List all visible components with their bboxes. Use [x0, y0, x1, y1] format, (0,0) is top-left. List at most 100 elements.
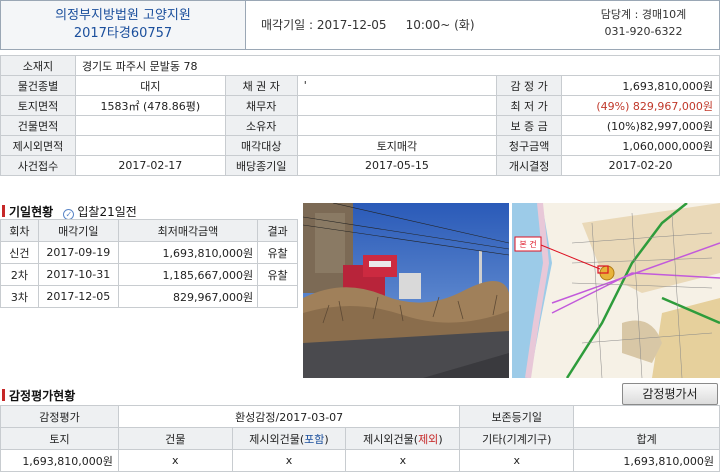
table-row: 신건 2017-09-19 1,693,810,000원 유찰: [0, 241, 298, 264]
case-header: 의정부지방법원 고양지원 2017타경60757 매각기일 : 2017-12-…: [0, 0, 720, 50]
col-land: 토지: [0, 427, 119, 450]
date-cell: 2017-09-19: [37, 241, 119, 264]
col-extra-included-pre: 제시외건물(: [249, 432, 305, 446]
type-value: 대지: [74, 75, 226, 96]
target-label: 매각대상: [224, 135, 298, 156]
section-marker-icon: [2, 389, 5, 401]
bldg-area-value: [74, 115, 226, 136]
court-name: 의정부지방법원 고양지원: [55, 8, 191, 23]
owner-value: [296, 115, 498, 136]
bid-countdown-text: 입찰21일전: [77, 205, 137, 219]
manager-box: 담당계 : 경매10계 031-920-6322: [566, 1, 720, 49]
col-price: 최저매각금액: [117, 219, 259, 242]
claim-label: 청구금액: [496, 135, 563, 156]
appraisal-title-text: 감정평가현황: [9, 389, 76, 403]
registry-date-label: 보존등기일: [459, 405, 575, 428]
result-cell: 유찰: [257, 263, 298, 286]
col-date: 매각기일: [37, 219, 119, 242]
building-value: x: [117, 449, 233, 472]
target-value: 토지매각: [296, 135, 498, 156]
land-area-value: 1583㎡ (478.86평): [74, 95, 226, 116]
excl-area-label: 제시외면적: [0, 135, 76, 156]
price-cell: 829,967,000원: [117, 285, 259, 308]
appraisal-value: 1,693,810,000원: [561, 75, 720, 96]
appraisal-row-value: 환성감정/2017-03-07: [117, 405, 461, 428]
address-value: 경기도 파주시 문발동 78: [74, 55, 720, 76]
col-extra-excluded: 제시외건물(제외): [345, 427, 461, 450]
address-label: 소재지: [0, 55, 76, 76]
creditor-label: 채 권 자: [224, 75, 298, 96]
bldg-area-label: 건물면적: [0, 115, 76, 136]
result-cell: 유찰: [257, 241, 298, 264]
debtor-value: [296, 95, 498, 116]
dividend-value: 2017-05-15: [296, 155, 498, 176]
col-extra-included-mid: 포함: [304, 432, 325, 446]
price-cell: 1,185,667,000원: [117, 263, 259, 286]
price-cell: 1,693,810,000원: [117, 241, 259, 264]
deposit-value: (10%)82,997,000원: [561, 115, 720, 136]
table-row: 2차 2017-10-31 1,185,667,000원 유찰: [0, 263, 298, 286]
land-value: 1,693,810,000원: [0, 449, 119, 472]
filed-label: 사건접수: [0, 155, 76, 176]
col-extra-included-post: ): [324, 432, 329, 446]
col-building: 건물: [117, 427, 233, 450]
claim-value: 1,060,000,000원: [561, 135, 720, 156]
filed-value: 2017-02-17: [74, 155, 226, 176]
machinery-value: x: [459, 449, 575, 472]
court-box: 의정부지방법원 고양지원 2017타경60757: [1, 1, 246, 49]
round-cell: 3차: [0, 285, 39, 308]
manager-dept: 담당계 : 경매10계: [600, 8, 687, 21]
extra-included-value: x: [231, 449, 347, 472]
col-extra-excluded-post: ): [438, 432, 443, 446]
round-cell: 신건: [0, 241, 39, 264]
excl-area-value: [74, 135, 226, 156]
debtor-label: 채무자: [224, 95, 298, 116]
property-photo-image: [303, 203, 509, 378]
appraisal-title: 감정평가현황: [2, 387, 75, 404]
extra-excluded-value: x: [345, 449, 461, 472]
auction-history-table: 회차 매각기일 최저매각금액 결과 신건 2017-09-19 1,693,81…: [0, 219, 298, 308]
appraisal-table: 감정평가 환성감정/2017-03-07 보존등기일 토지 건물 제시외건물(포…: [0, 405, 720, 472]
history-title: 기일현황 ✓ 입찰21일전: [2, 203, 137, 220]
dividend-label: 배당종기일: [224, 155, 298, 176]
table-row: 3차 2017-12-05 829,967,000원: [0, 285, 298, 308]
col-total: 합계: [573, 427, 720, 450]
registry-date-value: [573, 405, 720, 428]
land-area-label: 토지면적: [0, 95, 76, 116]
manager-phone: 031-920-6322: [604, 25, 683, 38]
date-cell: 2017-12-05: [37, 285, 119, 308]
sale-time: 10:00~ (화): [405, 18, 475, 32]
map-marker-label: 본 건: [519, 239, 536, 249]
creditor-value: ': [296, 75, 498, 96]
result-cell: [257, 285, 298, 308]
history-title-text: 기일현황: [9, 205, 54, 219]
appraisal-label: 감 정 가: [496, 75, 563, 96]
start-value: 2017-02-20: [561, 155, 720, 176]
min-price-value: (49%) 829,967,000원: [561, 95, 720, 116]
col-extra-included: 제시외건물(포함): [231, 427, 347, 450]
sale-date: 매각기일 : 2017-12-05 10:00~ (화): [261, 1, 561, 49]
round-cell: 2차: [0, 263, 39, 286]
bid-countdown: ✓ 입찰21일전: [63, 205, 137, 220]
col-extra-excluded-pre: 제시외건물(: [363, 432, 419, 446]
date-cell: 2017-10-31: [37, 263, 119, 286]
type-label: 물건종별: [0, 75, 76, 96]
property-info-table: 소재지 경기도 파주시 문발동 78 물건종별 대지 채 권 자 ' 감 정 가…: [0, 55, 720, 176]
property-photo[interactable]: [303, 203, 509, 378]
location-map-image: 본 건: [512, 203, 720, 378]
deposit-label: 보 증 금: [496, 115, 563, 136]
section-marker-icon: [2, 205, 5, 217]
appraisal-report-button[interactable]: 감정평가서: [622, 383, 718, 405]
col-result: 결과: [257, 219, 298, 242]
col-extra-excluded-mid: 제외: [418, 432, 439, 446]
appraisal-row-label: 감정평가: [0, 405, 119, 428]
owner-label: 소유자: [224, 115, 298, 136]
sale-date-label: 매각기일 : 2017-12-05: [261, 18, 387, 32]
col-machinery: 기타(기계기구): [459, 427, 575, 450]
start-label: 개시결정: [496, 155, 563, 176]
case-number: 2017타경60757: [73, 26, 173, 41]
min-price-label: 최 저 가: [496, 95, 563, 116]
total-value: 1,693,810,000원: [573, 449, 720, 472]
location-map[interactable]: 본 건: [512, 203, 720, 378]
col-round: 회차: [0, 219, 39, 242]
